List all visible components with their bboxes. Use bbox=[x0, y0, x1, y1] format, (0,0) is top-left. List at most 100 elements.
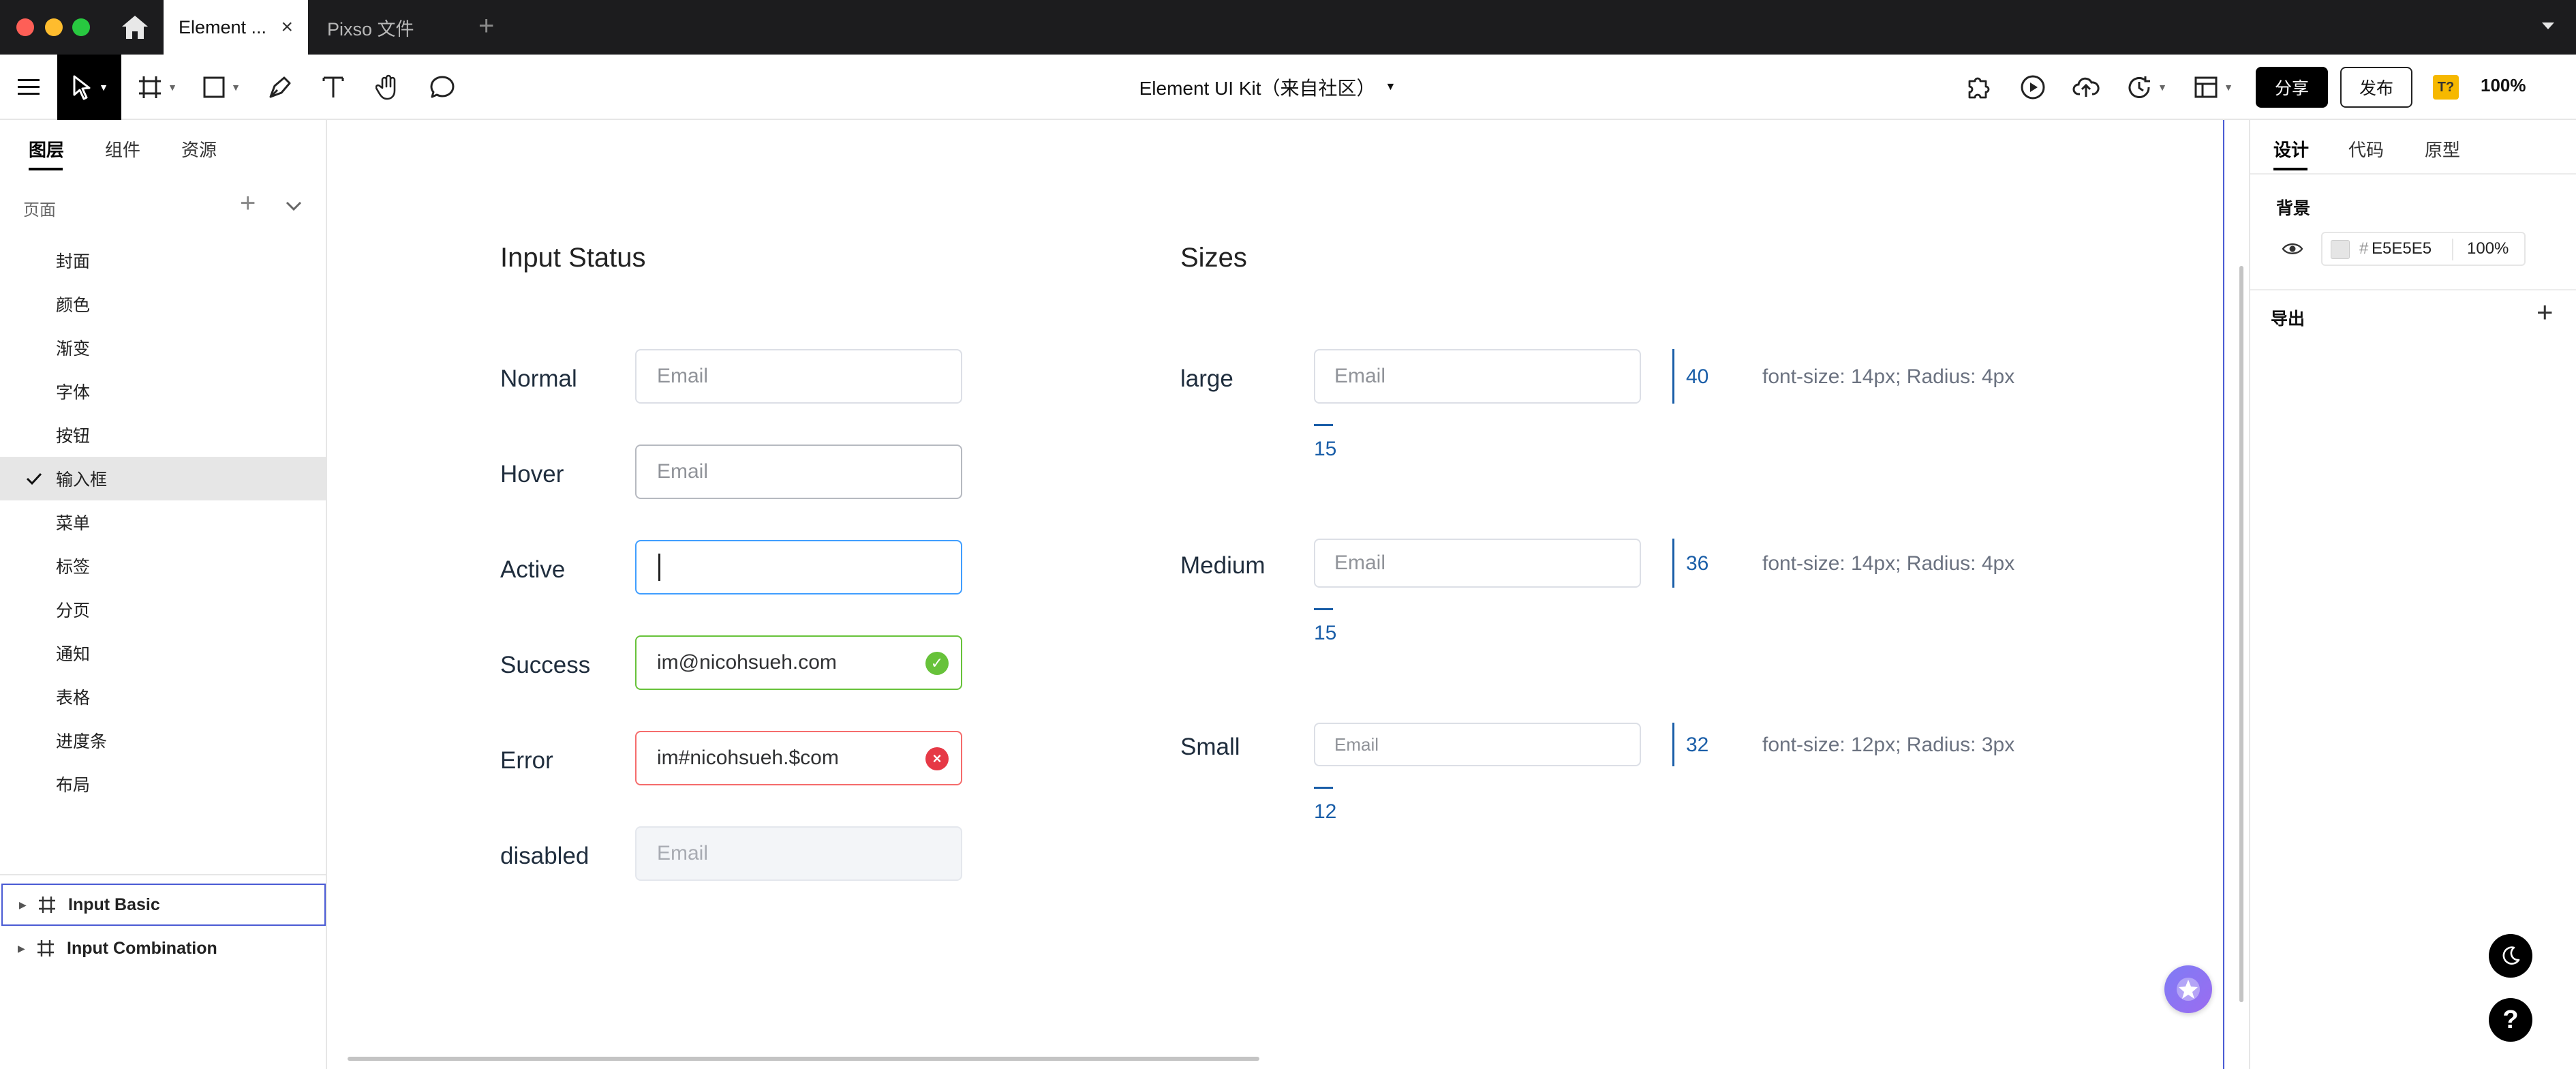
tab-pixso-file[interactable]: Pixso 文件 bbox=[327, 0, 463, 55]
tab-design-label: 设计 bbox=[2273, 140, 2310, 160]
input-placeholder: Email bbox=[1334, 734, 1379, 755]
frame-tool-button[interactable]: ▼ bbox=[134, 55, 181, 120]
input-active[interactable] bbox=[635, 540, 962, 594]
hex-prefix: # bbox=[2359, 239, 2369, 258]
minimize-window-button[interactable] bbox=[45, 18, 63, 36]
pages-header: 页面 bbox=[23, 201, 56, 220]
tab-assets[interactable]: 资源 bbox=[181, 136, 217, 162]
home-icon[interactable] bbox=[120, 14, 150, 41]
visibility-eye-icon[interactable] bbox=[2282, 241, 2303, 260]
page-item-inputs[interactable]: 输入框 bbox=[0, 457, 326, 500]
tab-design[interactable]: 设计 bbox=[2273, 136, 2310, 170]
page-item-tables[interactable]: 表格 bbox=[0, 675, 326, 719]
layout-panel-icon[interactable]: ▼ bbox=[2188, 55, 2239, 120]
zoom-level[interactable]: 100% bbox=[2481, 75, 2526, 96]
page-item-label: 布局 bbox=[56, 776, 91, 795]
tab-layers-label: 图层 bbox=[29, 140, 65, 160]
horizontal-scrollbar[interactable] bbox=[348, 1057, 1259, 1061]
help-button[interactable]: ? bbox=[2489, 998, 2532, 1042]
size-label-large: large bbox=[1180, 365, 1233, 392]
comment-tool-icon[interactable] bbox=[425, 55, 459, 120]
input-normal[interactable]: Email bbox=[635, 349, 962, 404]
page-item-buttons[interactable]: 按钮 bbox=[0, 413, 326, 457]
layer-item-input-basic[interactable]: ▶ Input Basic bbox=[1, 884, 326, 926]
expand-arrow-icon[interactable]: ▶ bbox=[18, 943, 25, 954]
page-item-layout[interactable]: 布局 bbox=[0, 762, 326, 806]
collapse-pages-chevron-icon[interactable] bbox=[285, 200, 303, 215]
shape-tool-button[interactable]: ▼ bbox=[198, 55, 245, 120]
input-size-large[interactable]: Email bbox=[1314, 349, 1641, 404]
input-size-small[interactable]: Email bbox=[1314, 723, 1641, 766]
padding-dimension-value: 15 bbox=[1314, 622, 1337, 644]
tab-prototype[interactable]: 原型 bbox=[2425, 136, 2460, 162]
pen-tool-icon[interactable] bbox=[263, 55, 297, 120]
move-tool-button[interactable]: ▼ bbox=[57, 55, 121, 120]
add-page-icon[interactable]: + bbox=[240, 188, 256, 219]
input-error[interactable]: im#nicohsueh.$com × bbox=[635, 731, 962, 785]
ai-assistant-button[interactable] bbox=[2164, 965, 2212, 1013]
page-item-notifications[interactable]: 通知 bbox=[0, 631, 326, 675]
color-swatch[interactable] bbox=[2331, 240, 2350, 259]
page-item-label: 按钮 bbox=[56, 427, 91, 446]
missing-font-badge[interactable]: T? bbox=[2433, 75, 2459, 100]
share-button[interactable]: 分享 bbox=[2256, 67, 2328, 108]
page-item-pagination[interactable]: 分页 bbox=[0, 588, 326, 631]
checkmark-icon bbox=[26, 472, 42, 485]
expand-arrow-icon[interactable]: ▶ bbox=[19, 899, 27, 911]
tab-element-ui[interactable]: Element ... × bbox=[164, 0, 308, 55]
publish-button[interactable]: 发布 bbox=[2340, 67, 2412, 108]
upload-cloud-icon[interactable] bbox=[2069, 55, 2103, 120]
page-item-cover[interactable]: 封面 bbox=[0, 239, 326, 282]
page-item-label: 表格 bbox=[56, 689, 91, 708]
add-export-icon[interactable]: + bbox=[2536, 296, 2554, 329]
text-tool-icon[interactable] bbox=[316, 55, 350, 120]
tab-layers[interactable]: 图层 bbox=[29, 136, 65, 170]
status-label-success: Success bbox=[500, 652, 591, 678]
layer-item-input-combination[interactable]: ▶ Input Combination bbox=[1, 927, 326, 969]
input-hover[interactable]: Email bbox=[635, 445, 962, 499]
page-item-colors[interactable]: 颜色 bbox=[0, 282, 326, 326]
page-item-tags[interactable]: 标签 bbox=[0, 544, 326, 588]
vertical-scrollbar[interactable] bbox=[2239, 266, 2243, 1002]
tab-active-underline bbox=[2273, 168, 2307, 170]
input-size-medium[interactable]: Email bbox=[1314, 539, 1641, 588]
error-close-icon[interactable]: × bbox=[925, 747, 949, 770]
page-item-gradients[interactable]: 渐变 bbox=[0, 326, 326, 370]
tab-menu-chevron-icon[interactable] bbox=[2541, 20, 2556, 35]
input-success[interactable]: im@nicohsueh.com ✓ bbox=[635, 635, 962, 690]
play-prototype-icon[interactable] bbox=[2016, 55, 2050, 120]
main-menu-icon[interactable] bbox=[12, 55, 45, 120]
new-tab-icon[interactable]: + bbox=[478, 11, 494, 42]
plugin-icon[interactable] bbox=[1961, 55, 1995, 120]
page-item-fonts[interactable]: 字体 bbox=[0, 370, 326, 413]
background-color-field[interactable]: # E5E5E5 100% bbox=[2321, 232, 2526, 266]
tab-close-icon[interactable]: × bbox=[281, 16, 293, 39]
star-icon bbox=[2177, 978, 2200, 1001]
maximize-window-button[interactable] bbox=[72, 18, 90, 36]
design-canvas[interactable]: Input Status Normal Email Hover Email Ac… bbox=[328, 120, 2224, 1069]
frame-icon bbox=[37, 940, 54, 957]
tabs-divider bbox=[2250, 173, 2576, 175]
close-window-button[interactable] bbox=[16, 18, 34, 36]
hex-value[interactable]: E5E5E5 bbox=[2372, 239, 2432, 258]
opacity-value[interactable]: 100% bbox=[2467, 239, 2509, 258]
page-item-progress[interactable]: 进度条 bbox=[0, 719, 326, 762]
tab-components[interactable]: 组件 bbox=[105, 136, 140, 162]
input-placeholder: Email bbox=[1334, 552, 1386, 574]
version-history-icon[interactable]: ▼ bbox=[2121, 55, 2173, 120]
panel-divider[interactable] bbox=[0, 874, 326, 875]
height-dimension-value: 36 bbox=[1686, 552, 1709, 575]
opacity-number: 100 bbox=[2467, 239, 2495, 258]
input-value: Email bbox=[657, 365, 709, 387]
page-item-label: 字体 bbox=[56, 383, 91, 402]
page-item-menus[interactable]: 菜单 bbox=[0, 500, 326, 544]
hand-tool-icon[interactable] bbox=[371, 55, 405, 120]
height-dimension-bar bbox=[1672, 539, 1674, 588]
field-divider bbox=[2452, 239, 2453, 260]
size-label-medium: Medium bbox=[1180, 552, 1266, 579]
tab-code[interactable]: 代码 bbox=[2348, 136, 2384, 162]
dark-mode-toggle[interactable] bbox=[2489, 934, 2532, 978]
page-item-label: 通知 bbox=[56, 645, 91, 664]
document-title-menu[interactable]: Element UI Kit（来自社区） ▼ bbox=[1118, 55, 1417, 120]
padding-dimension-value: 15 bbox=[1314, 438, 1337, 460]
